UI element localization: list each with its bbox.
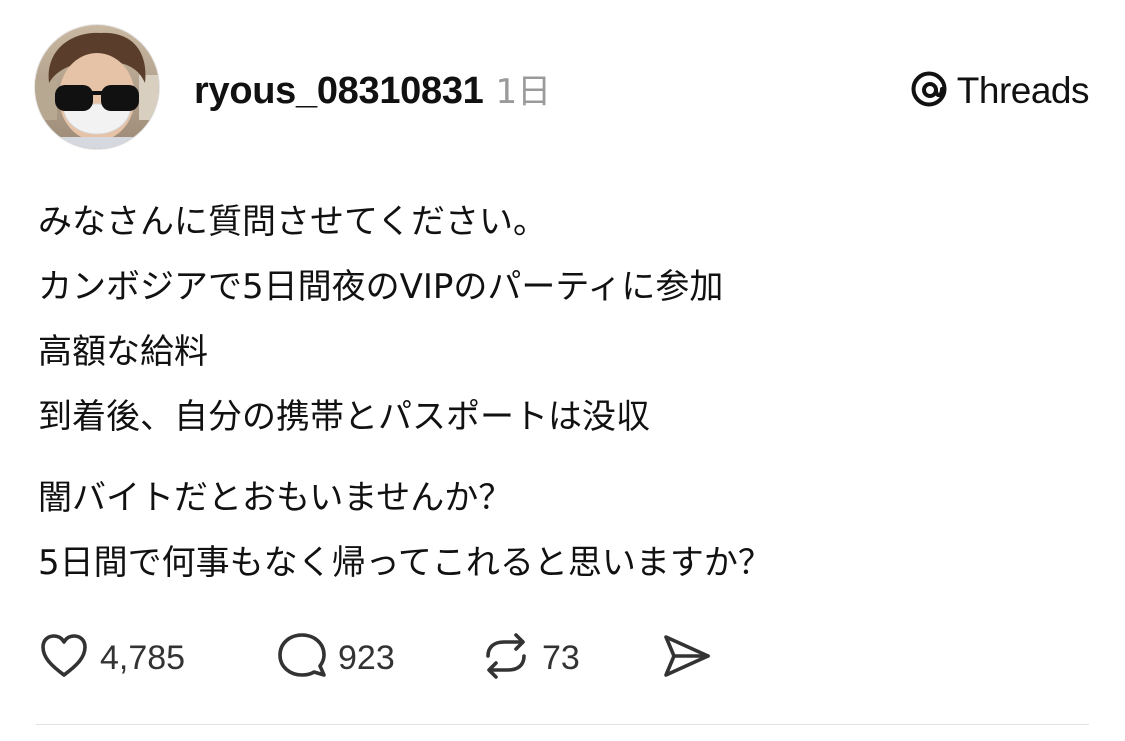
- avatar-image: [35, 25, 159, 149]
- post-line: 5日間で何事もなく帰ってこれると思いますか？: [38, 543, 772, 583]
- brand-label: Threads: [956, 70, 1090, 111]
- post-author: ryous_08310831 1日: [194, 64, 551, 116]
- threads-logo-icon: [909, 69, 949, 114]
- heart-icon: [36, 628, 92, 689]
- post-line: 闇バイトだとおもいませんか？: [38, 478, 513, 518]
- post-line: みなさんに質問させてください。: [38, 202, 547, 242]
- repost-icon: [478, 628, 534, 689]
- repost-count: 73: [542, 638, 580, 677]
- threads-post: ryous_08310831 1日 Threads みなさんに質問させてください…: [0, 0, 1125, 741]
- username[interactable]: ryous_08310831: [194, 70, 484, 113]
- avatar[interactable]: [34, 24, 160, 150]
- post-actions: 4,785 923 73: [36, 630, 756, 686]
- like-button[interactable]: 4,785: [36, 630, 185, 686]
- threads-brand[interactable]: Threads: [909, 68, 1090, 114]
- reply-count: 923: [338, 638, 395, 677]
- comment-bubble-icon: [274, 628, 330, 689]
- post-body: みなさんに質問させてください。 カンボジアで5日間夜のVIPのパーティに参加 高…: [38, 190, 1088, 596]
- post-line: 高額な給料: [38, 332, 208, 372]
- repost-button[interactable]: 73: [478, 630, 580, 686]
- post-divider: [36, 724, 1089, 725]
- reply-button[interactable]: 923: [274, 630, 395, 686]
- post-line: カンボジアで5日間夜のVIPのパーティに参加: [38, 267, 724, 307]
- share-button[interactable]: [658, 630, 714, 686]
- send-icon: [658, 628, 714, 689]
- post-timestamp[interactable]: 1日: [495, 64, 551, 113]
- post-line: 到着後、自分の携帯とパスポートは没収: [38, 397, 650, 437]
- like-count: 4,785: [100, 638, 186, 677]
